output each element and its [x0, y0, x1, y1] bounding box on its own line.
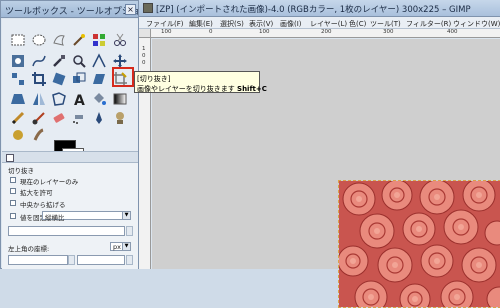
expand-from-center-checkbox[interactable]	[10, 200, 16, 206]
allow-growing-checkbox[interactable]	[10, 188, 16, 194]
toolbox-titlebar[interactable]: ツールボックス - ツールオプション ×	[1, 1, 149, 18]
gimp-app-icon	[143, 3, 153, 13]
ruler-label: 0	[142, 60, 146, 66]
ruler-label: 100	[259, 29, 270, 35]
position-y-field[interactable]	[77, 255, 125, 265]
rotate-tool-icon[interactable]	[51, 71, 67, 87]
position-unit-dropdown[interactable]: px ▼	[110, 242, 131, 251]
image-window-title: [ZP] (インポートされた画像)-4.0 (RGBカラー, 1枚のレイヤー) …	[156, 5, 471, 15]
ruler-label: 0	[142, 53, 146, 59]
blend-tool-icon[interactable]	[112, 91, 128, 107]
expand-from-center-label: 中央から拡げる	[20, 201, 66, 209]
fixed-mode-value: 縦横比	[45, 214, 65, 222]
airbrush-tool-icon[interactable]	[71, 110, 87, 126]
rose-image-layer[interactable]	[338, 180, 500, 308]
roses-photo	[339, 181, 500, 307]
toolbox-close-button[interactable]: ×	[125, 4, 136, 15]
image-window-titlebar[interactable]: [ZP] (インポートされた画像)-4.0 (RGBカラー, 1枚のレイヤー) …	[139, 0, 500, 17]
toolbox-window: ツールボックス - ツールオプション × A 切り抜き 現在のレイヤーのみ 拡大…	[0, 0, 149, 269]
align-tool-icon[interactable]	[10, 71, 26, 87]
ruler-label: 0	[209, 29, 213, 35]
crop-tool-icon-alt[interactable]	[31, 71, 47, 87]
tooltip-description-line: 画像やレイヤーを切り抜きます Shift+C	[137, 84, 267, 94]
ruler-label: 100	[161, 29, 172, 35]
position-label: 左上角の座標:	[8, 245, 50, 253]
zoom-tool-icon[interactable]	[71, 53, 87, 69]
pencil-tool-icon[interactable]	[10, 110, 26, 126]
tool-options-tab-icon[interactable]	[6, 154, 14, 162]
dodge-burn-tool-icon[interactable]	[10, 127, 26, 143]
menu-image[interactable]: 画像(I)	[280, 19, 302, 29]
measure-tool-icon[interactable]	[91, 53, 107, 69]
ink-tool-icon[interactable]	[91, 110, 107, 126]
eraser-tool-icon[interactable]	[51, 110, 67, 126]
current-layer-only-checkbox[interactable]	[10, 177, 16, 183]
crop-tool-tooltip: [切り抜き] 画像やレイヤーを切り抜きます Shift+C	[134, 71, 267, 93]
bucket-fill-tool-icon[interactable]	[91, 91, 107, 107]
perspective-tool-icon[interactable]	[10, 91, 26, 107]
ruler-label: 200	[321, 29, 332, 35]
tooltip-title: [切り抜き]	[137, 75, 171, 83]
rect-select-tool-icon[interactable]	[10, 32, 26, 48]
tooltip-shortcut: Shift+C	[237, 85, 267, 93]
horizontal-ruler[interactable]: 100 0 100 200 300 400	[151, 29, 500, 38]
flip-tool-icon[interactable]	[31, 91, 47, 107]
fuzzy-select-tool-icon[interactable]	[71, 32, 87, 48]
unit-chevron-icon: ▼	[122, 243, 130, 250]
menu-file[interactable]: ファイル(F)	[146, 19, 184, 29]
free-select-tool-icon[interactable]	[51, 32, 67, 48]
menu-filters[interactable]: フィルター(R)	[406, 19, 451, 29]
ruler-label: 300	[383, 29, 394, 35]
tool-options-panel: 切り抜き 現在のレイヤーのみ 拡大を許可 中央から拡げる 値を固定 縦横比 ▼ …	[2, 163, 138, 269]
ruler-label: 400	[447, 29, 458, 35]
menu-edit[interactable]: 編集(E)	[189, 19, 213, 29]
menu-colors[interactable]: 色(C)	[349, 19, 366, 29]
selected-tool-highlight	[112, 67, 134, 87]
select-by-color-tool-icon[interactable]	[91, 32, 107, 48]
tool-options-heading: 切り抜き	[8, 167, 34, 175]
position-y-spinner[interactable]	[126, 255, 133, 265]
image-window: [ZP] (インポートされた画像)-4.0 (RGBカラー, 1枚のレイヤー) …	[138, 0, 500, 308]
position-x-field[interactable]	[8, 255, 68, 265]
position-x-spinner[interactable]	[68, 255, 75, 265]
text-tool-icon[interactable]: A	[71, 91, 87, 107]
chevron-down-icon: ▼	[122, 212, 130, 219]
allow-growing-label: 拡大を許可	[20, 189, 53, 197]
menu-select[interactable]: 選択(S)	[220, 19, 244, 29]
clone-tool-icon[interactable]	[112, 110, 128, 126]
menu-view[interactable]: 表示(V)	[249, 19, 273, 29]
foreground-select-tool-icon[interactable]	[10, 53, 26, 69]
aspect-ratio-field[interactable]	[8, 226, 125, 236]
current-layer-only-label: 現在のレイヤーのみ	[20, 178, 79, 186]
menu-windows[interactable]: ウィンドウ(W)	[453, 19, 500, 29]
shear-tool-icon[interactable]	[91, 71, 107, 87]
menu-tools[interactable]: ツール(T)	[370, 19, 401, 29]
menu-layer[interactable]: レイヤー(L)	[310, 19, 347, 29]
scale-tool-icon[interactable]	[71, 71, 87, 87]
position-unit-value: px	[113, 243, 121, 251]
aspect-ratio-spinner[interactable]	[126, 226, 133, 236]
paths-tool-icon[interactable]	[31, 53, 47, 69]
cage-tool-icon[interactable]	[51, 91, 67, 107]
ruler-label: 1	[142, 46, 146, 52]
tooltip-description: 画像やレイヤーを切り抜きます	[137, 85, 235, 93]
fixed-mode-dropdown[interactable]: 縦横比 ▼	[42, 211, 131, 222]
tool-options-tabbar	[2, 151, 138, 163]
menubar: ファイル(F) 編集(E) 選択(S) 表示(V) 画像(I) レイヤー(L) …	[139, 17, 500, 29]
ruler-corner[interactable]	[139, 29, 151, 38]
svg-text:A: A	[74, 93, 85, 107]
color-picker-tool-icon[interactable]	[51, 53, 67, 69]
fixed-checkbox[interactable]	[10, 213, 16, 219]
scissors-select-tool-icon[interactable]	[112, 32, 128, 48]
paintbrush-tool-icon[interactable]	[31, 110, 47, 126]
ellipse-select-tool-icon[interactable]	[31, 32, 47, 48]
smudge-tool-icon[interactable]	[31, 127, 47, 143]
